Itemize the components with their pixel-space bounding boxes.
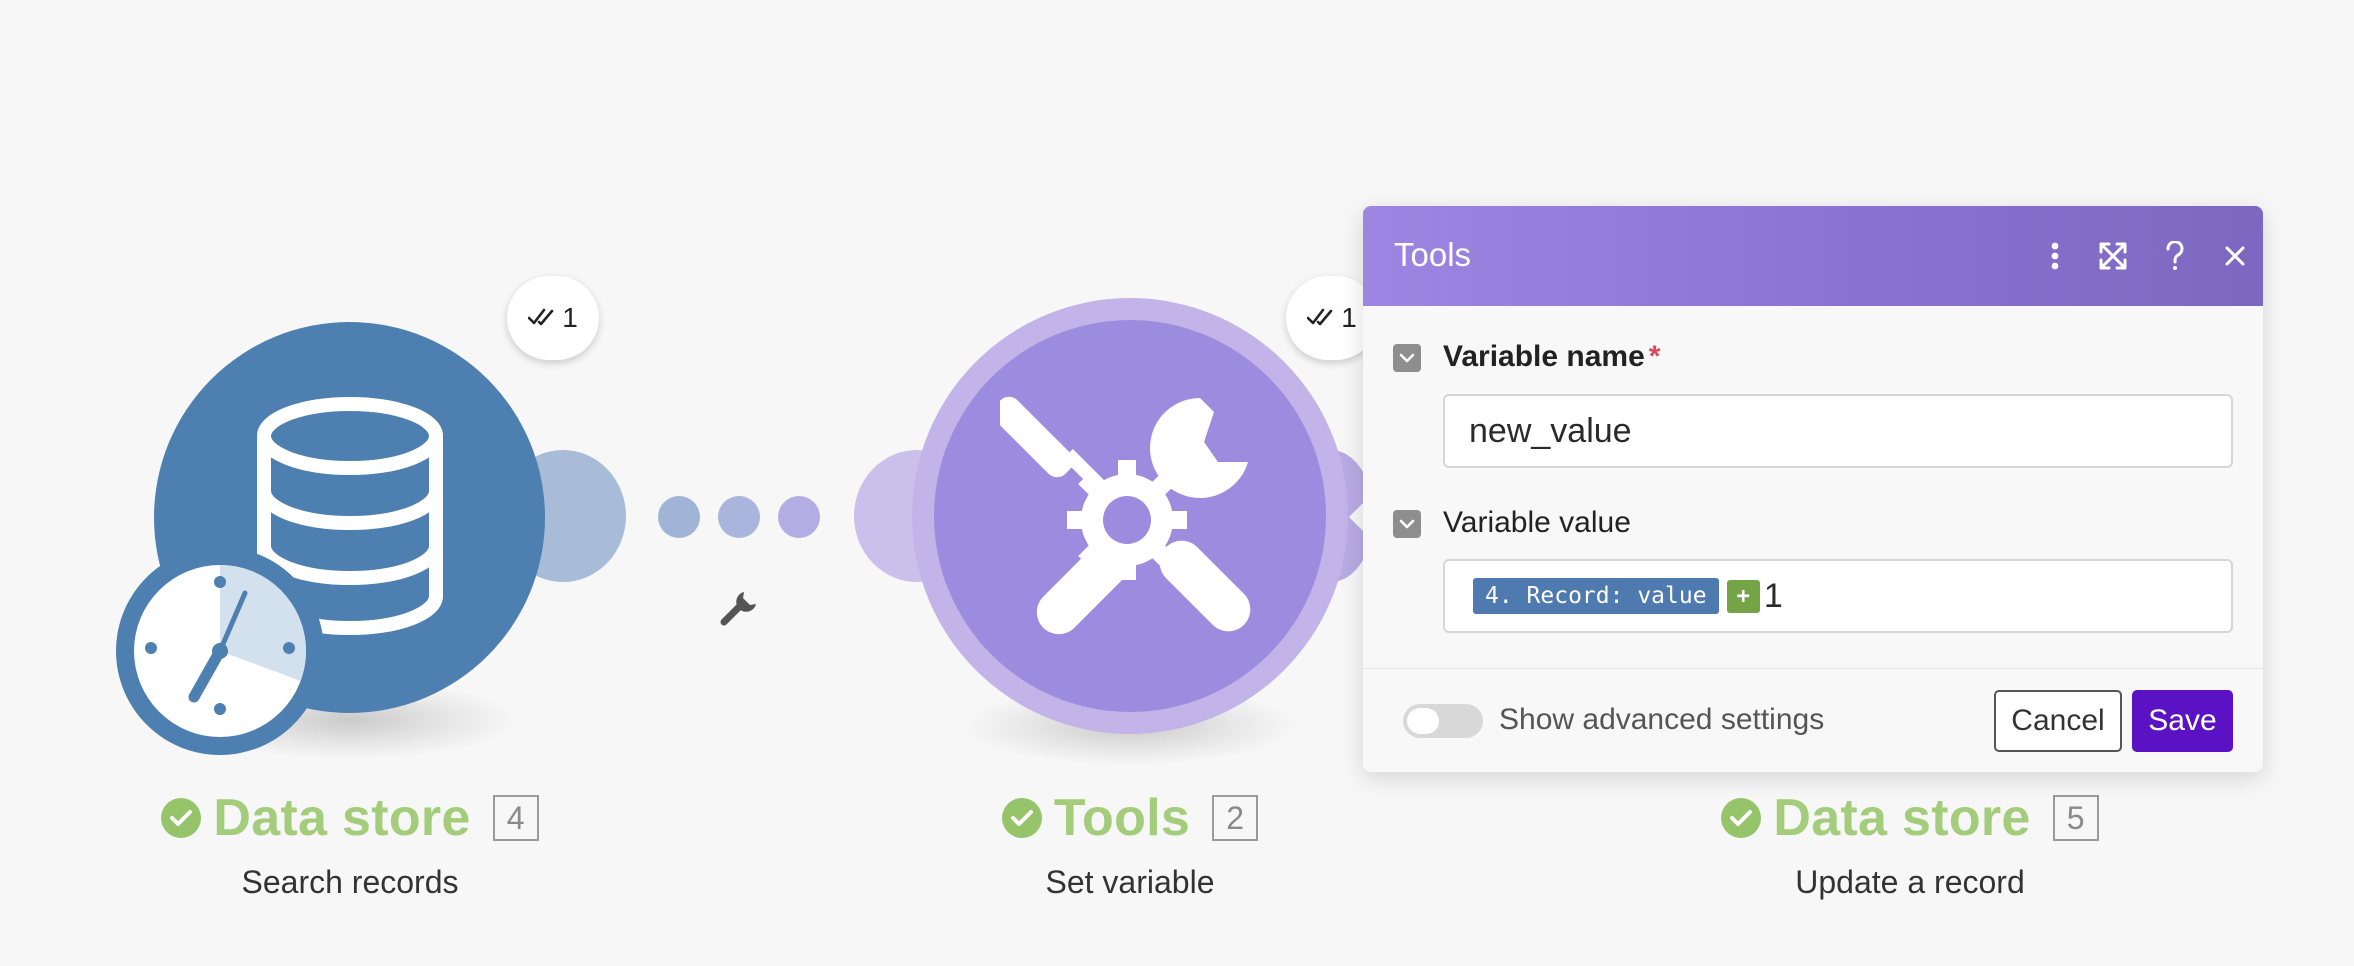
field-map-toggle[interactable] [1393, 344, 1421, 372]
module-number: 5 [2052, 795, 2099, 841]
cancel-button[interactable]: Cancel [1994, 690, 2122, 752]
module-subtitle: Search records [241, 864, 459, 900]
variable-value-label: Variable value [1443, 506, 1631, 539]
expand-icon [2099, 242, 2127, 270]
clock-icon [134, 565, 306, 737]
question-mark-icon [2166, 241, 2184, 270]
double-check-icon [528, 308, 554, 326]
module-name: Tools [1053, 789, 1191, 847]
dialog-title: Tools [1394, 236, 1472, 273]
kebab-menu-icon [2051, 242, 2059, 270]
field-map-toggle[interactable] [1393, 510, 1421, 538]
toggle-knob [1407, 708, 1439, 734]
variable-value-suffix: 1 [1763, 576, 1783, 615]
module-name: Data store [1773, 789, 2031, 847]
module-number: 2 [1212, 795, 1259, 841]
tools-icon [1000, 396, 1251, 635]
dialog-pointer [1349, 502, 1364, 532]
connection-dot [658, 496, 700, 538]
help-button[interactable] [2153, 232, 2197, 280]
dialog-footer-divider [1363, 668, 2263, 669]
tools-settings-dialog: Tools Variable name * new_value Variable… [1363, 206, 2263, 772]
plus-operator-pill[interactable]: + [1726, 579, 1760, 613]
connection-dot [718, 496, 760, 538]
module-name: Data store [213, 789, 471, 847]
close-button[interactable] [2213, 232, 2257, 280]
advanced-settings-label: Show advanced settings [1499, 703, 1825, 736]
advanced-settings-toggle[interactable] [1403, 704, 1483, 738]
module-label-tools-2: Tools 2 Set variable [870, 788, 1390, 901]
success-check-icon [1001, 798, 1042, 838]
variable-name-value: new_value [1469, 411, 1632, 450]
maximize-button[interactable] [2091, 232, 2135, 280]
close-icon [2225, 246, 2245, 266]
chevron-down-icon [1399, 519, 1415, 529]
operations-badge[interactable]: 1 [507, 276, 599, 360]
save-button[interactable]: Save [2132, 690, 2233, 752]
success-check-icon [161, 798, 202, 838]
module-subtitle: Update a record [1795, 864, 2025, 900]
chevron-down-icon [1399, 353, 1415, 363]
wrench-icon[interactable] [718, 586, 762, 630]
double-check-icon [1307, 308, 1333, 326]
mapped-value-pill[interactable]: 4. Record: value [1473, 578, 1719, 614]
dialog-header: Tools [1363, 206, 2263, 306]
module-number: 4 [492, 795, 539, 841]
module-subtitle: Set variable [1045, 864, 1215, 900]
module-label-data-store-4: Data store 4 Search records [90, 788, 610, 901]
operations-count: 1 [562, 302, 578, 333]
more-options-button[interactable] [2033, 232, 2077, 280]
operations-count: 1 [1341, 302, 1357, 333]
variable-name-input[interactable]: new_value [1443, 394, 2233, 468]
success-check-icon [1721, 798, 1762, 838]
required-indicator: * [1648, 340, 1661, 373]
variable-value-input[interactable]: 4. Record: value + 1 [1443, 559, 2233, 633]
module-label-data-store-5: Data store 5 Update a record [1650, 788, 2170, 901]
connection-dot [778, 496, 820, 538]
variable-name-label: Variable name * [1443, 340, 1661, 373]
